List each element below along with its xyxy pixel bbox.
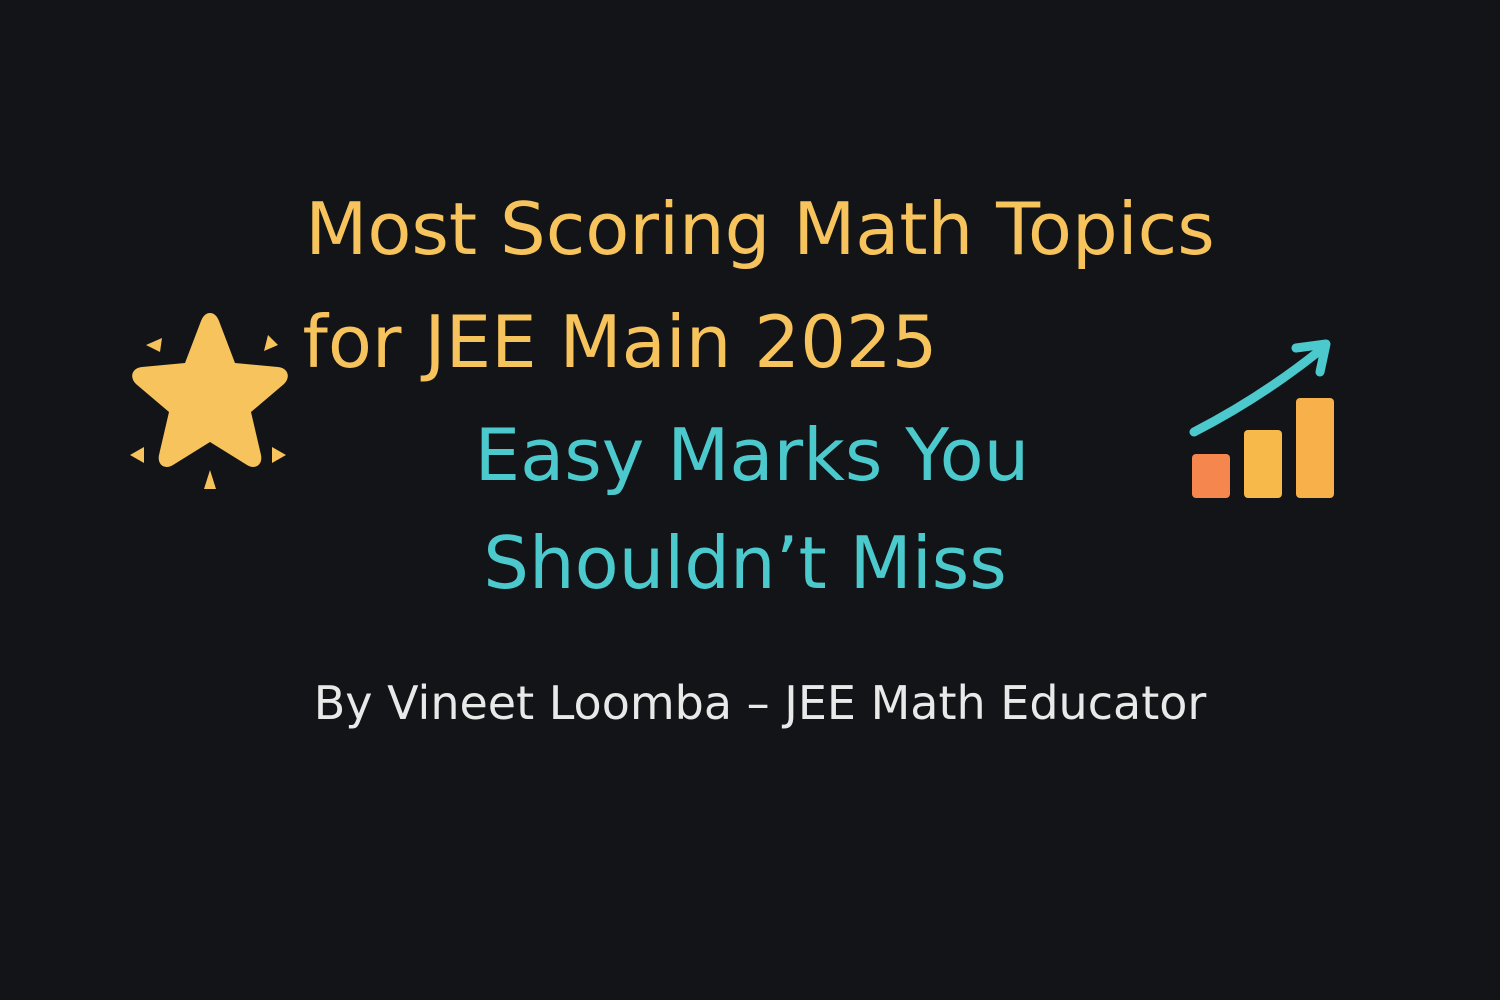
- bar-medium: [1244, 430, 1282, 498]
- star-shape: [132, 313, 288, 467]
- sparkle-top-right: [264, 335, 278, 351]
- sparkling-star-icon: [130, 313, 288, 489]
- sparkle-top-left: [146, 338, 162, 352]
- sparkle-bottom: [204, 470, 216, 489]
- bar-large: [1296, 398, 1334, 498]
- thumbnail-canvas: Most Scoring Math Topics for JEE Main 20…: [0, 0, 1500, 1000]
- sparkle-bottom-left: [130, 447, 144, 463]
- author-byline: By Vineet Loomba – JEE Math Educator: [313, 676, 1207, 730]
- title-line-1: Most Scoring Math Topics: [305, 187, 1215, 271]
- sparkle-bottom-right: [272, 447, 286, 463]
- subtitle-line-2: Shouldn’t Miss: [483, 521, 1007, 605]
- bar-small: [1192, 454, 1230, 498]
- growth-bar-chart-icon: [1189, 339, 1334, 498]
